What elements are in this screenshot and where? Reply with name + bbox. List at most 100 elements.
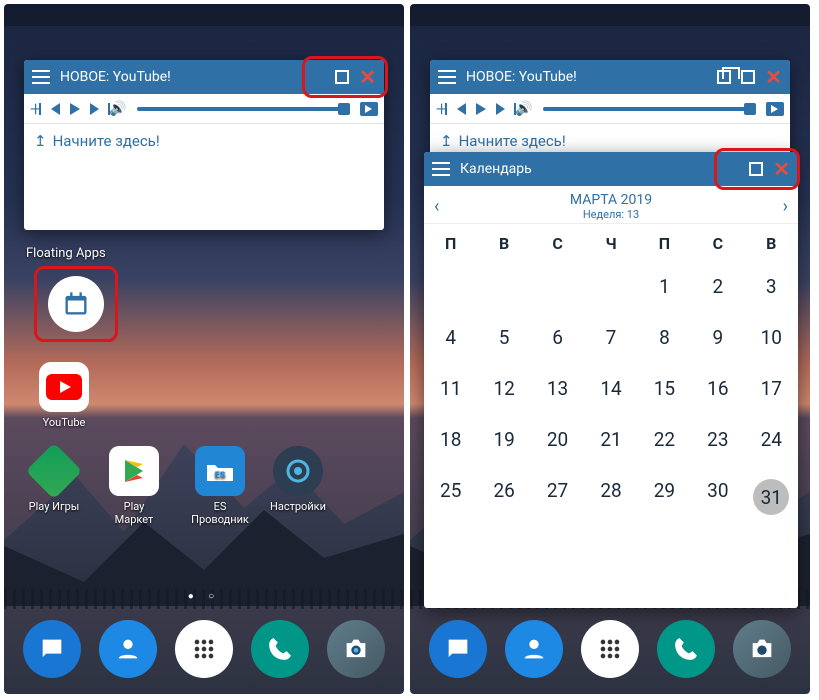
phone-right: НОВОЕ: YouTube! ✕ + 🔊 ↥ Начните здесь! К…	[410, 4, 810, 694]
calendar-day-cell[interactable]: 29	[638, 465, 691, 529]
dock-contacts[interactable]	[505, 620, 563, 678]
window-header[interactable]: Календарь ✕	[424, 152, 798, 186]
dock-messages[interactable]	[429, 620, 487, 678]
calendar-day-cell[interactable]: 14	[584, 363, 637, 414]
app-label: YouTube	[43, 416, 86, 429]
calendar-day-cell	[584, 261, 637, 312]
close-icon[interactable]: ✕	[359, 70, 376, 84]
calendar-day-cell[interactable]: 28	[584, 465, 637, 529]
maximize-icon[interactable]	[335, 70, 349, 84]
dock-apps[interactable]	[175, 620, 233, 678]
dock-messages[interactable]	[23, 620, 81, 678]
play-icon[interactable]	[476, 103, 486, 115]
calendar-day-cell[interactable]: 2	[691, 261, 744, 312]
status-bar	[410, 4, 810, 26]
previous-icon[interactable]	[457, 103, 466, 115]
placeholder-text: Начните здесь!	[459, 132, 566, 150]
calendar-bubble-icon[interactable]	[48, 276, 104, 332]
dock-phone[interactable]	[657, 620, 715, 678]
calendar-day-cell	[477, 261, 530, 312]
calendar-day-cell	[424, 261, 477, 312]
volume-slider[interactable]	[543, 107, 756, 111]
dock-camera[interactable]	[327, 620, 385, 678]
close-icon[interactable]: ✕	[765, 70, 782, 84]
calendar-day-cell[interactable]: 31	[745, 465, 798, 529]
window-header[interactable]: НОВОЕ: YouTube! ✕	[430, 60, 790, 94]
calendar-day-cell[interactable]: 9	[691, 312, 744, 363]
dock-camera[interactable]	[733, 620, 791, 678]
dock-apps[interactable]	[581, 620, 639, 678]
next-icon[interactable]	[496, 103, 505, 115]
calendar-day-cell[interactable]: 3	[745, 261, 798, 312]
next-icon[interactable]	[90, 103, 99, 115]
dock-phone[interactable]	[251, 620, 309, 678]
calendar-day-cell[interactable]: 24	[745, 414, 798, 465]
floating-window-youtube[interactable]: НОВОЕ: YouTube! ✕ + 🔊 ↥ Начните здесь!	[430, 60, 790, 160]
placeholder-text: Начните здесь!	[53, 132, 160, 150]
calendar-day-cell[interactable]: 5	[477, 312, 530, 363]
calendar-day-cell[interactable]: 12	[477, 363, 530, 414]
calendar-day-cell[interactable]: 21	[584, 414, 637, 465]
app-youtube[interactable]: YouTube	[34, 362, 94, 429]
dock-contacts[interactable]	[99, 620, 157, 678]
calendar-day-cell[interactable]: 25	[424, 465, 477, 529]
hamburger-icon[interactable]	[432, 162, 450, 176]
floating-app-bubble[interactable]	[48, 276, 104, 332]
maximize-icon[interactable]	[741, 70, 755, 84]
previous-icon[interactable]	[51, 103, 60, 115]
app-label: Play Игры	[29, 500, 80, 513]
play-market-icon	[109, 446, 159, 496]
hamburger-icon[interactable]	[438, 70, 456, 84]
floating-window-calendar[interactable]: Календарь ✕ ‹ МАРТА 2019 Неделя: 13 › ПВ…	[424, 152, 798, 608]
calendar-day-cell[interactable]: 10	[745, 312, 798, 363]
calendar-nav: ‹ МАРТА 2019 Неделя: 13 ›	[424, 186, 798, 224]
calendar-day-cell[interactable]: 4	[424, 312, 477, 363]
play-games-icon	[26, 443, 83, 500]
calendar-day-cell[interactable]: 22	[638, 414, 691, 465]
calendar-day-cell[interactable]: 19	[477, 414, 530, 465]
hamburger-icon[interactable]	[32, 70, 50, 84]
calendar-day-cell[interactable]: 6	[531, 312, 584, 363]
calendar-day-cell[interactable]: 30	[691, 465, 744, 529]
calendar-day-cell[interactable]: 13	[531, 363, 584, 414]
calendar-day-cell[interactable]: 20	[531, 414, 584, 465]
calendar-day-cell[interactable]: 18	[424, 414, 477, 465]
calendar-day-cell[interactable]: 16	[691, 363, 744, 414]
prev-month-icon[interactable]: ‹	[434, 196, 439, 217]
maximize-icon[interactable]	[749, 162, 763, 176]
page-indicator: ● ○	[4, 591, 404, 602]
next-month-icon[interactable]: ›	[783, 196, 788, 217]
play-icon[interactable]	[70, 103, 80, 115]
app-play-games[interactable]: Play Игры	[24, 446, 84, 513]
calendar-day-cell[interactable]: 15	[638, 363, 691, 414]
close-icon[interactable]: ✕	[773, 162, 790, 176]
phone-left: НОВОЕ: YouTube! ✕ + 🔊 ↥ Начните здесь! F…	[4, 4, 404, 694]
calendar-day-header: С	[691, 224, 744, 261]
video-icon[interactable]	[360, 102, 378, 116]
floating-window-youtube[interactable]: НОВОЕ: YouTube! ✕ + 🔊 ↥ Начните здесь!	[24, 60, 384, 230]
calendar-day-cell[interactable]: 7	[584, 312, 637, 363]
window-body[interactable]: ↥ Начните здесь!	[24, 124, 384, 158]
app-es-explorer[interactable]: ES ES Проводник	[184, 446, 256, 526]
calendar-week: Неделя: 13	[570, 208, 652, 221]
calendar-day-cell[interactable]: 23	[691, 414, 744, 465]
calendar-title: МАРТА 2019 Неделя: 13	[570, 192, 652, 221]
settings-icon	[273, 446, 323, 496]
volume-slider[interactable]	[137, 107, 350, 111]
speaker-icon[interactable]: 🔊	[515, 101, 532, 117]
calendar-day-cell[interactable]: 17	[745, 363, 798, 414]
calendar-day-cell[interactable]: 11	[424, 363, 477, 414]
calendar-day-cell[interactable]: 1	[638, 261, 691, 312]
calendar-day-header: С	[531, 224, 584, 261]
app-label: Play Маркет	[115, 500, 154, 526]
speaker-icon[interactable]: 🔊	[109, 101, 126, 117]
video-icon[interactable]	[766, 102, 784, 116]
restore-icon[interactable]	[717, 70, 731, 84]
app-label: Настройки	[270, 500, 326, 513]
app-settings[interactable]: Настройки	[268, 446, 328, 513]
app-play-market[interactable]: Play Маркет	[104, 446, 164, 526]
calendar-day-cell[interactable]: 8	[638, 312, 691, 363]
window-header[interactable]: НОВОЕ: YouTube! ✕	[24, 60, 384, 94]
calendar-day-cell[interactable]: 27	[531, 465, 584, 529]
calendar-day-cell[interactable]: 26	[477, 465, 530, 529]
